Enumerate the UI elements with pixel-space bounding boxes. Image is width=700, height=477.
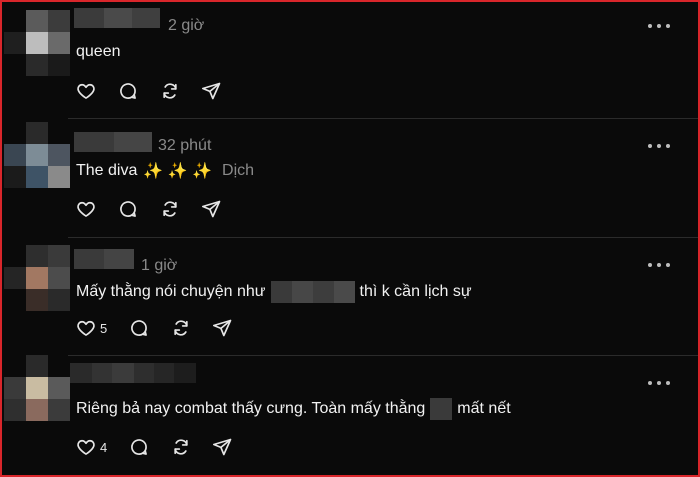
comment-text: Riêng bả nay combat thấy cưng. Toàn mấy … <box>76 398 511 420</box>
censored-text-blur <box>270 281 355 303</box>
action-bar: 4 <box>76 435 255 459</box>
repost-icon <box>163 201 177 217</box>
like-button[interactable]: 5 <box>76 318 107 338</box>
comment-item: Riêng bả nay combat thấy cưng. Toàn mấy … <box>2 355 698 475</box>
like-button[interactable] <box>76 81 96 101</box>
translate-link[interactable]: Dịch <box>222 162 254 180</box>
comment-text-body: The diva <box>76 162 138 179</box>
more-dots-icon[interactable] <box>648 143 670 149</box>
send-icon <box>202 200 221 218</box>
username-blurred[interactable] <box>74 249 134 269</box>
heart-icon <box>77 201 95 217</box>
share-button[interactable] <box>213 318 233 338</box>
screenshot-frame: 2 giờ queen 32 phút The diva ✨ ✨ ✨ Dịch … <box>0 0 700 477</box>
comment-text-end: thì k cần lịch sự <box>359 283 472 300</box>
divider <box>68 355 698 356</box>
like-button[interactable]: 4 <box>76 437 107 457</box>
timestamp: 2 giờ <box>168 17 205 34</box>
comment-item: 1 giờ Mấy thằng nói chuyện như thì k cần… <box>2 237 698 355</box>
divider <box>68 118 698 119</box>
action-bar <box>76 79 244 103</box>
comment-bubble-icon <box>120 83 136 99</box>
comment-text: queen <box>76 43 121 61</box>
more-dots-icon[interactable] <box>648 23 670 29</box>
reply-button[interactable] <box>129 318 149 338</box>
share-button[interactable] <box>202 81 222 101</box>
repost-button[interactable] <box>171 437 191 457</box>
heart-icon <box>77 439 95 455</box>
comment-text-start: Riêng bả nay combat thấy cưng. Toàn mấy … <box>76 400 426 417</box>
repost-icon <box>174 320 188 336</box>
comment-text-start: Mấy thằng nói chuyện như <box>76 283 266 300</box>
action-bar <box>76 197 244 221</box>
comment-bubble-icon <box>120 201 136 217</box>
username-blurred[interactable] <box>74 132 152 152</box>
more-dots-icon[interactable] <box>648 380 670 386</box>
comment-text-body: queen <box>76 43 121 60</box>
avatar[interactable] <box>4 10 70 76</box>
avatar[interactable] <box>4 355 70 421</box>
reply-button[interactable] <box>129 437 149 457</box>
comment-text-end: mất nết <box>457 400 511 417</box>
repost-button[interactable] <box>171 318 191 338</box>
send-icon <box>202 82 221 100</box>
share-button[interactable] <box>202 199 222 219</box>
username-blurred[interactable] <box>74 8 160 28</box>
reply-button[interactable] <box>118 199 138 219</box>
heart-icon <box>77 320 95 336</box>
comment-item: 32 phút The diva ✨ ✨ ✨ Dịch <box>2 118 698 237</box>
divider <box>68 237 698 238</box>
avatar[interactable] <box>4 245 70 311</box>
comment-item: 2 giờ queen <box>2 2 698 118</box>
comment-bubble-icon <box>131 439 148 455</box>
more-dots-icon[interactable] <box>648 262 670 268</box>
like-button[interactable] <box>76 199 96 219</box>
like-count: 5 <box>100 320 108 336</box>
share-button[interactable] <box>213 437 233 457</box>
reply-button[interactable] <box>118 81 138 101</box>
avatar[interactable] <box>4 122 70 188</box>
username-blurred[interactable] <box>70 363 196 383</box>
repost-icon <box>174 439 188 455</box>
comment-text: The diva ✨ ✨ ✨ Dịch <box>76 161 254 181</box>
censored-text-blur <box>430 398 453 420</box>
like-count: 4 <box>100 439 108 455</box>
repost-button[interactable] <box>160 81 180 101</box>
heart-icon <box>77 83 95 99</box>
send-icon <box>213 438 232 456</box>
repost-button[interactable] <box>160 199 180 219</box>
action-bar: 5 <box>76 316 255 340</box>
sparkles-emoji: ✨ ✨ ✨ <box>143 163 213 180</box>
timestamp: 32 phút <box>158 137 212 154</box>
timestamp: 1 giờ <box>141 257 178 274</box>
send-icon <box>213 319 232 337</box>
repost-icon <box>163 83 177 99</box>
comment-bubble-icon <box>131 320 148 336</box>
comment-text: Mấy thằng nói chuyện như thì k cần lịch … <box>76 281 472 303</box>
